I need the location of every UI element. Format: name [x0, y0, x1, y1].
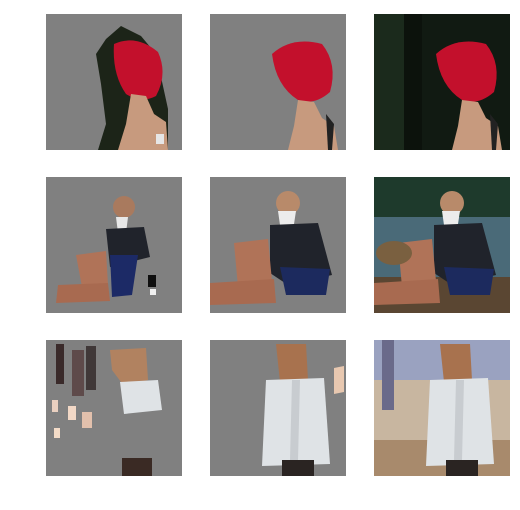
mask-clean-red-hair-woman: [210, 14, 346, 150]
mask-clean-white-coat-woman: [210, 340, 346, 476]
mask-noisy-white-coat-woman: [46, 340, 182, 476]
mask-noisy-red-hair-woman: [46, 14, 182, 150]
photo-old-man: [374, 177, 510, 313]
photo-red-hair-woman: [374, 14, 510, 150]
mask-clean-old-man: [210, 177, 346, 313]
image-grid: { "grid": { "rows": 3, "columns": 3, "co…: [0, 0, 520, 510]
mask-noisy-old-man: [46, 177, 182, 313]
photo-white-coat-woman: [374, 340, 510, 476]
